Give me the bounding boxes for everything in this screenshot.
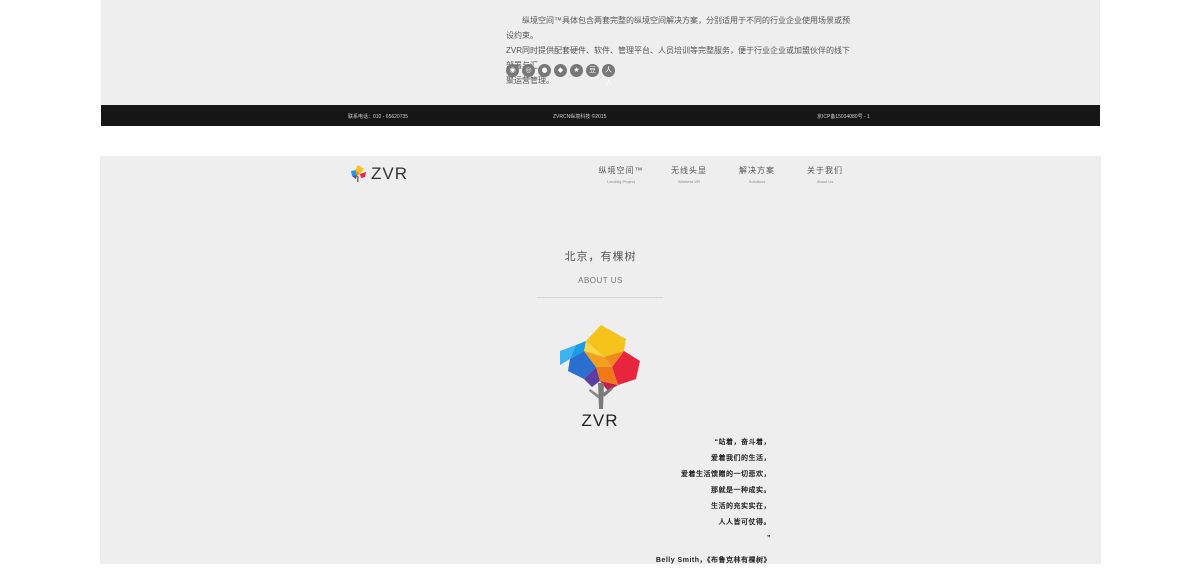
emblem-brand: ZVR [581, 411, 619, 430]
nav-label: 纵境空间™ [598, 166, 644, 175]
social-links: ◉ ◎ ● ◆ ★ 豆 人人 [506, 64, 615, 87]
tree-emblem-icon [560, 325, 640, 409]
nav-sublabel: Landing Project [607, 179, 635, 184]
footer-copyright: ZVRCN纵境科技 ©2015 [553, 114, 607, 120]
nav-item-landing[interactable]: 纵境空间™ Landing Project [587, 165, 655, 184]
quote-line: 生活的充实实在， [711, 503, 771, 510]
brand-name: ZVR [371, 164, 408, 183]
quote-author: Belly Smith，《布鲁克林有棵树》 [655, 557, 771, 564]
qq-icon[interactable]: ● [538, 64, 551, 77]
quote-line: “站着，奋斗着， [714, 439, 771, 446]
nav-label: 无线头显 [671, 166, 707, 175]
nav-item-about[interactable]: 关于我们 About Us [791, 165, 859, 184]
douban-icon[interactable]: 豆 [586, 64, 599, 77]
main-nav: 纵境空间™ Landing Project 无线头显 Wireless VR 解… [587, 165, 859, 184]
quote-block: “站着，奋斗着， 爱着我们的生活， 爱着生活馈赠的一切悲欢， 那就是一种成实。 … [520, 435, 771, 569]
star-icon[interactable]: ★ [570, 64, 583, 77]
footer-phone: 联系电话：010 - 65620735 [348, 114, 409, 120]
footer-bar: 联系电话：010 - 65620735 ZVRCN纵境科技 ©2015 京ICP… [101, 105, 1100, 126]
quote-line: 那就是一种成实。 [711, 487, 771, 494]
quote-line: 爱着我们的生活， [711, 455, 771, 462]
tree-logo-icon [351, 165, 366, 182]
nav-item-wireless[interactable]: 无线头显 Wireless VR [655, 165, 723, 184]
quote-line: 爱着生活馈赠的一切悲欢， [681, 471, 771, 478]
dribbble-icon[interactable]: ◎ [522, 64, 535, 77]
nav-label: 关于我们 [807, 166, 843, 175]
wechat-icon[interactable]: ◆ [554, 64, 567, 77]
nav-item-solutions[interactable]: 解决方案 Solutions [723, 165, 791, 184]
intro-line: 纵境空间™具体包含两套完整的纵境空间解决方案，分别适用于不同的行业企业使用场景或… [506, 16, 850, 40]
nav-sublabel: About Us [816, 179, 834, 184]
about-page: ZVR 纵境空间™ Landing Project 无线头显 Wireless … [100, 156, 1101, 564]
quote-line: ” [767, 535, 771, 542]
quote-line: 人人皆可仗得。 [718, 519, 771, 526]
intro-panel: 纵境空间™具体包含两套完整的纵境空间解决方案，分别适用于不同的行业企业使用场景或… [101, 0, 1100, 105]
nav-label: 解决方案 [739, 166, 775, 175]
page-subtitle: ABOUT US [578, 276, 623, 285]
nav-sublabel: Solutions [748, 179, 766, 184]
header-logo[interactable]: ZVR [348, 164, 408, 184]
renren-icon[interactable]: 人人 [602, 64, 615, 87]
footer-icp[interactable]: 京ICP备15034080号 - 1 [817, 113, 870, 120]
page-title: 北京，有棵树 [564, 251, 637, 263]
weibo-icon[interactable]: ◉ [506, 64, 519, 77]
nav-sublabel: Wireless VR [677, 179, 700, 184]
title-divider [537, 297, 663, 298]
